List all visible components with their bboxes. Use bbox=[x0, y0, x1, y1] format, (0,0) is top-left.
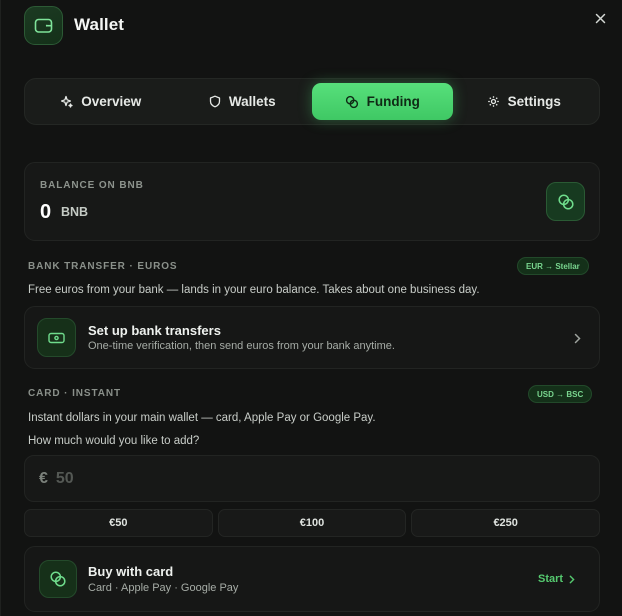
balance-card: BALANCE ON BNB 0 BNB bbox=[24, 162, 600, 241]
app-title: Wallet bbox=[74, 15, 125, 34]
amount-field[interactable]: € bbox=[24, 455, 600, 502]
preset-amount-button[interactable]: €250 bbox=[411, 509, 601, 537]
gear-icon bbox=[487, 96, 499, 107]
wallet-icon bbox=[24, 5, 63, 45]
amount-prompt: How much would you like to add? bbox=[28, 435, 200, 447]
coins-icon bbox=[345, 95, 358, 108]
balance-value: 0 bbox=[40, 201, 52, 223]
preset-amount-button[interactable]: €100 bbox=[217, 509, 407, 537]
wallet-panel: Wallet Overview Wallets Funding Settings… bbox=[0, 0, 622, 616]
tab-label: Settings bbox=[507, 94, 561, 109]
currency-symbol: € bbox=[39, 469, 48, 487]
balance-unit: BNB bbox=[61, 205, 89, 219]
buy-subtitle: Card · Apple Pay · Google Pay bbox=[88, 582, 239, 594]
tab-label: Wallets bbox=[228, 94, 276, 109]
balance-label: BALANCE ON BNB bbox=[40, 180, 144, 191]
buy-with-card-row[interactable]: Buy with card Card · Apple Pay · Google … bbox=[24, 546, 600, 612]
bank-description: Free euros from your bank — lands in you… bbox=[28, 284, 480, 296]
amount-input[interactable] bbox=[55, 469, 356, 488]
bank-setup-subtitle: One-time verification, then send euros f… bbox=[88, 340, 395, 352]
sparkle-icon bbox=[61, 95, 73, 108]
tab-settings[interactable]: Settings bbox=[453, 83, 596, 120]
coins-button[interactable] bbox=[546, 182, 585, 221]
chevron-right-icon bbox=[569, 575, 575, 583]
close-button[interactable] bbox=[591, 9, 609, 27]
coins-icon bbox=[557, 193, 574, 210]
start-button[interactable]: Start bbox=[538, 573, 575, 585]
card-description: Instant dollars in your main wallet — ca… bbox=[28, 412, 376, 424]
coins-icon bbox=[39, 560, 77, 598]
bank-setup-row[interactable]: Set up bank transfers One-time verificat… bbox=[24, 306, 600, 369]
tab-wallets[interactable]: Wallets bbox=[173, 83, 313, 120]
tab-funding[interactable]: Funding bbox=[312, 83, 453, 120]
tab-overview[interactable]: Overview bbox=[29, 83, 173, 120]
tab-label: Overview bbox=[81, 94, 142, 109]
card-heading: CARD · INSTANT bbox=[28, 388, 121, 399]
bank-heading: BANK TRANSFER · EUROS bbox=[28, 261, 178, 272]
bank-route-badge: EUR → Stellar bbox=[517, 257, 589, 275]
banknote-icon bbox=[37, 318, 76, 357]
preset-amount-button[interactable]: €50 bbox=[24, 509, 213, 537]
buy-title: Buy with card bbox=[88, 564, 174, 579]
close-icon bbox=[595, 13, 605, 23]
header: Wallet bbox=[24, 4, 124, 46]
shield-icon bbox=[209, 95, 221, 108]
tab-bar: Overview Wallets Funding Settings bbox=[24, 78, 600, 125]
start-label: Start bbox=[538, 573, 564, 585]
amount-presets: €50 €100 €250 bbox=[24, 509, 601, 537]
tab-label: Funding bbox=[366, 94, 420, 109]
bank-setup-title: Set up bank transfers bbox=[88, 323, 221, 338]
card-route-badge: USD → BSC bbox=[528, 385, 593, 403]
chevron-right-icon bbox=[574, 333, 581, 344]
